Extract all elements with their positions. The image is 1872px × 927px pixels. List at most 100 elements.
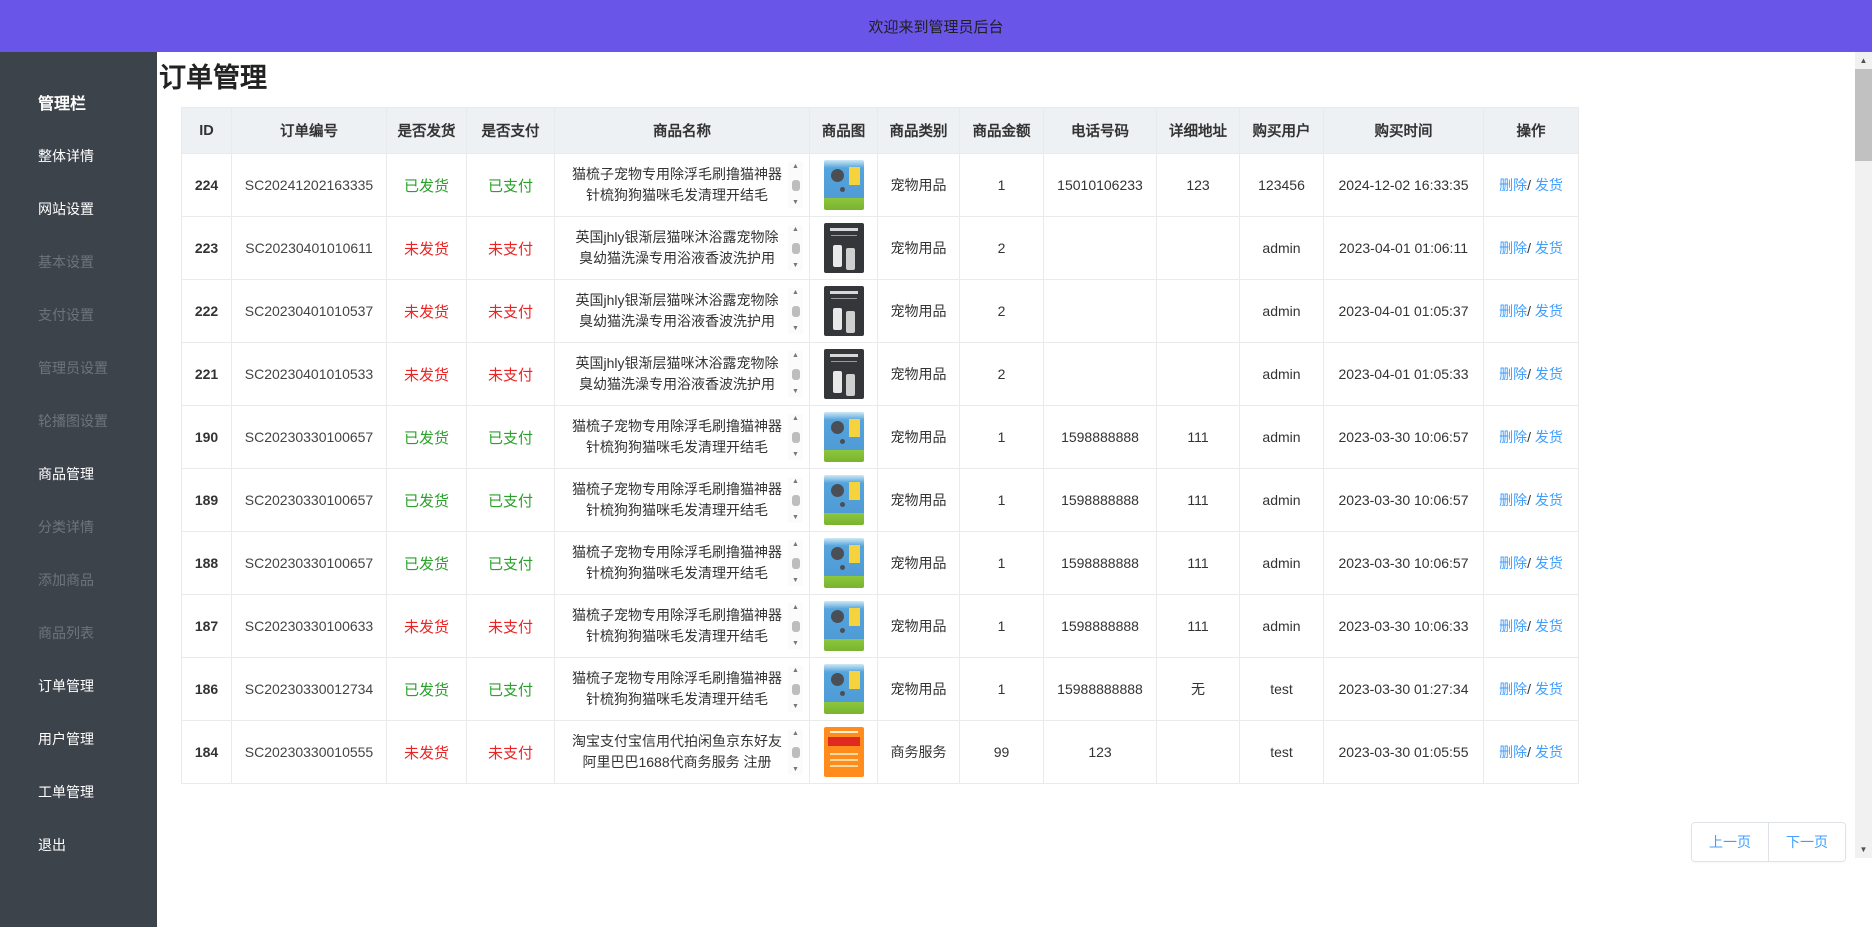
ship-link[interactable]: 发货 bbox=[1531, 555, 1563, 571]
next-page-button[interactable]: 下一页 bbox=[1768, 823, 1845, 861]
sidebar-item-网站设置[interactable]: 网站设置 bbox=[0, 183, 157, 236]
table-row: 187SC20230330100633未发货未支付猫梳子宠物专用除浮毛刷撸猫神器… bbox=[182, 595, 1579, 658]
ship-link[interactable]: 发货 bbox=[1531, 492, 1563, 508]
cell-scrollbar[interactable]: ▲▼ bbox=[788, 162, 803, 208]
column-header: 商品名称 bbox=[555, 108, 810, 154]
sidebar-item-用户管理[interactable]: 用户管理 bbox=[0, 713, 157, 766]
product-name[interactable]: 猫梳子宠物专用除浮毛刷撸猫神器针梳狗狗猫咪毛发清理开结毛 bbox=[569, 605, 785, 647]
prev-page-button[interactable]: 上一页 bbox=[1692, 823, 1768, 861]
delete-link[interactable]: 删除 bbox=[1499, 366, 1527, 382]
scroll-up-icon[interactable]: ▲ bbox=[1855, 52, 1872, 69]
buyer-user: admin bbox=[1240, 217, 1324, 280]
sidebar-item-退出[interactable]: 退出 bbox=[0, 819, 157, 872]
scroll-up-icon[interactable]: ▲ bbox=[792, 540, 799, 550]
sidebar-item-商品管理[interactable]: 商品管理 bbox=[0, 448, 157, 501]
scroll-up-icon[interactable]: ▲ bbox=[792, 666, 799, 676]
scrollbar-thumb[interactable] bbox=[1855, 69, 1872, 161]
scroll-up-icon[interactable]: ▲ bbox=[792, 225, 799, 235]
ship-link[interactable]: 发货 bbox=[1531, 303, 1563, 319]
cell-scrollbar[interactable]: ▲▼ bbox=[788, 288, 803, 334]
scroll-up-icon[interactable]: ▲ bbox=[792, 162, 799, 172]
sidebar-item-工单管理[interactable]: 工单管理 bbox=[0, 766, 157, 819]
product-name[interactable]: 淘宝支付宝信用代拍闲鱼京东好友阿里巴巴1688代商务服务 注册 bbox=[569, 731, 785, 773]
scrollbar-thumb[interactable] bbox=[792, 243, 800, 254]
scroll-up-icon[interactable]: ▲ bbox=[792, 603, 799, 613]
ship-link[interactable]: 发货 bbox=[1531, 681, 1563, 697]
cell-scrollbar[interactable]: ▲▼ bbox=[788, 603, 803, 649]
sidebar-item-支付设置[interactable]: 支付设置 bbox=[0, 289, 157, 342]
cell-scrollbar[interactable]: ▲▼ bbox=[788, 351, 803, 397]
table-row: 186SC20230330012734已发货已支付猫梳子宠物专用除浮毛刷撸猫神器… bbox=[182, 658, 1579, 721]
sidebar-item-订单管理[interactable]: 订单管理 bbox=[0, 660, 157, 713]
sidebar-item-基本设置[interactable]: 基本设置 bbox=[0, 236, 157, 289]
product-name[interactable]: 英国jhly银渐层猫咪沐浴露宠物除臭幼猫洗澡专用浴液香波洗护用 bbox=[569, 353, 785, 395]
delete-link[interactable]: 删除 bbox=[1499, 429, 1527, 445]
cell-scrollbar[interactable]: ▲▼ bbox=[788, 477, 803, 523]
product-name[interactable]: 猫梳子宠物专用除浮毛刷撸猫神器针梳狗狗猫咪毛发清理开结毛 bbox=[569, 542, 785, 584]
ship-link[interactable]: 发货 bbox=[1531, 744, 1563, 760]
scrollbar-thumb[interactable] bbox=[792, 747, 800, 758]
scroll-up-icon[interactable]: ▲ bbox=[792, 288, 799, 298]
product-name[interactable]: 英国jhly银渐层猫咪沐浴露宠物除臭幼猫洗澡专用浴液香波洗护用 bbox=[569, 227, 785, 269]
order-number: SC20230330100633 bbox=[232, 595, 387, 658]
scrollbar-thumb[interactable] bbox=[792, 621, 800, 632]
delete-link[interactable]: 删除 bbox=[1499, 555, 1527, 571]
scroll-down-icon[interactable]: ▼ bbox=[792, 387, 799, 397]
delete-link[interactable]: 删除 bbox=[1499, 618, 1527, 634]
scroll-down-icon[interactable]: ▼ bbox=[792, 765, 799, 775]
product-name[interactable]: 英国jhly银渐层猫咪沐浴露宠物除臭幼猫洗澡专用浴液香波洗护用 bbox=[569, 290, 785, 332]
scroll-down-icon[interactable]: ▼ bbox=[792, 324, 799, 334]
cat-comb-product-image bbox=[824, 160, 864, 210]
delete-link[interactable]: 删除 bbox=[1499, 240, 1527, 256]
product-name[interactable]: 猫梳子宠物专用除浮毛刷撸猫神器针梳狗狗猫咪毛发清理开结毛 bbox=[569, 668, 785, 710]
scrollbar-thumb[interactable] bbox=[792, 684, 800, 695]
product-name[interactable]: 猫梳子宠物专用除浮毛刷撸猫神器针梳狗狗猫咪毛发清理开结毛 bbox=[569, 479, 785, 521]
scroll-down-icon[interactable]: ▼ bbox=[792, 576, 799, 586]
scroll-up-icon[interactable]: ▲ bbox=[792, 414, 799, 424]
scrollbar-thumb[interactable] bbox=[792, 432, 800, 443]
sidebar-item-分类详情[interactable]: 分类详情 bbox=[0, 501, 157, 554]
ship-link[interactable]: 发货 bbox=[1531, 366, 1563, 382]
scroll-down-icon[interactable]: ▼ bbox=[792, 702, 799, 712]
column-header: ID bbox=[182, 108, 232, 154]
sidebar-item-整体详情[interactable]: 整体详情 bbox=[0, 130, 157, 183]
sidebar-item-添加商品[interactable]: 添加商品 bbox=[0, 554, 157, 607]
cell-scrollbar[interactable]: ▲▼ bbox=[788, 540, 803, 586]
sidebar-item-商品列表[interactable]: 商品列表 bbox=[0, 607, 157, 660]
scroll-down-icon[interactable]: ▼ bbox=[1855, 841, 1872, 858]
product-name[interactable]: 猫梳子宠物专用除浮毛刷撸猫神器针梳狗狗猫咪毛发清理开结毛 bbox=[569, 416, 785, 458]
ship-link[interactable]: 发货 bbox=[1531, 240, 1563, 256]
cell-scrollbar[interactable]: ▲▼ bbox=[788, 414, 803, 460]
cell-scrollbar[interactable]: ▲▼ bbox=[788, 225, 803, 271]
cell-scrollbar[interactable]: ▲▼ bbox=[788, 666, 803, 712]
ship-link[interactable]: 发货 bbox=[1531, 618, 1563, 634]
scrollbar-thumb[interactable] bbox=[792, 306, 800, 317]
scroll-down-icon[interactable]: ▼ bbox=[792, 198, 799, 208]
delete-link[interactable]: 删除 bbox=[1499, 492, 1527, 508]
scroll-up-icon[interactable]: ▲ bbox=[792, 477, 799, 487]
scroll-down-icon[interactable]: ▼ bbox=[792, 513, 799, 523]
delete-link[interactable]: 删除 bbox=[1499, 303, 1527, 319]
delete-link[interactable]: 删除 bbox=[1499, 681, 1527, 697]
row-actions: 删除/ 发货 bbox=[1484, 532, 1579, 595]
cell-scrollbar[interactable]: ▲▼ bbox=[788, 729, 803, 775]
scrollbar-thumb[interactable] bbox=[792, 369, 800, 380]
welcome-text: 欢迎来到管理员后台 bbox=[868, 16, 1003, 37]
window-scrollbar[interactable]: ▲ ▼ bbox=[1855, 52, 1872, 858]
scrollbar-thumb[interactable] bbox=[792, 558, 800, 569]
scroll-down-icon[interactable]: ▼ bbox=[792, 261, 799, 271]
ship-link[interactable]: 发货 bbox=[1531, 429, 1563, 445]
sidebar-item-轮播图设置[interactable]: 轮播图设置 bbox=[0, 395, 157, 448]
scroll-up-icon[interactable]: ▲ bbox=[792, 351, 799, 361]
delete-link[interactable]: 删除 bbox=[1499, 177, 1527, 193]
ship-link[interactable]: 发货 bbox=[1531, 177, 1563, 193]
delete-link[interactable]: 删除 bbox=[1499, 744, 1527, 760]
sidebar-item-管理员设置[interactable]: 管理员设置 bbox=[0, 342, 157, 395]
product-name[interactable]: 猫梳子宠物专用除浮毛刷撸猫神器针梳狗狗猫咪毛发清理开结毛 bbox=[569, 164, 785, 206]
scroll-down-icon[interactable]: ▼ bbox=[792, 639, 799, 649]
scrollbar-thumb[interactable] bbox=[792, 180, 800, 191]
scrollbar-thumb[interactable] bbox=[792, 495, 800, 506]
scroll-up-icon[interactable]: ▲ bbox=[792, 729, 799, 739]
scroll-down-icon[interactable]: ▼ bbox=[792, 450, 799, 460]
table-row: 184SC20230330010555未发货未支付淘宝支付宝信用代拍闲鱼京东好友… bbox=[182, 721, 1579, 784]
